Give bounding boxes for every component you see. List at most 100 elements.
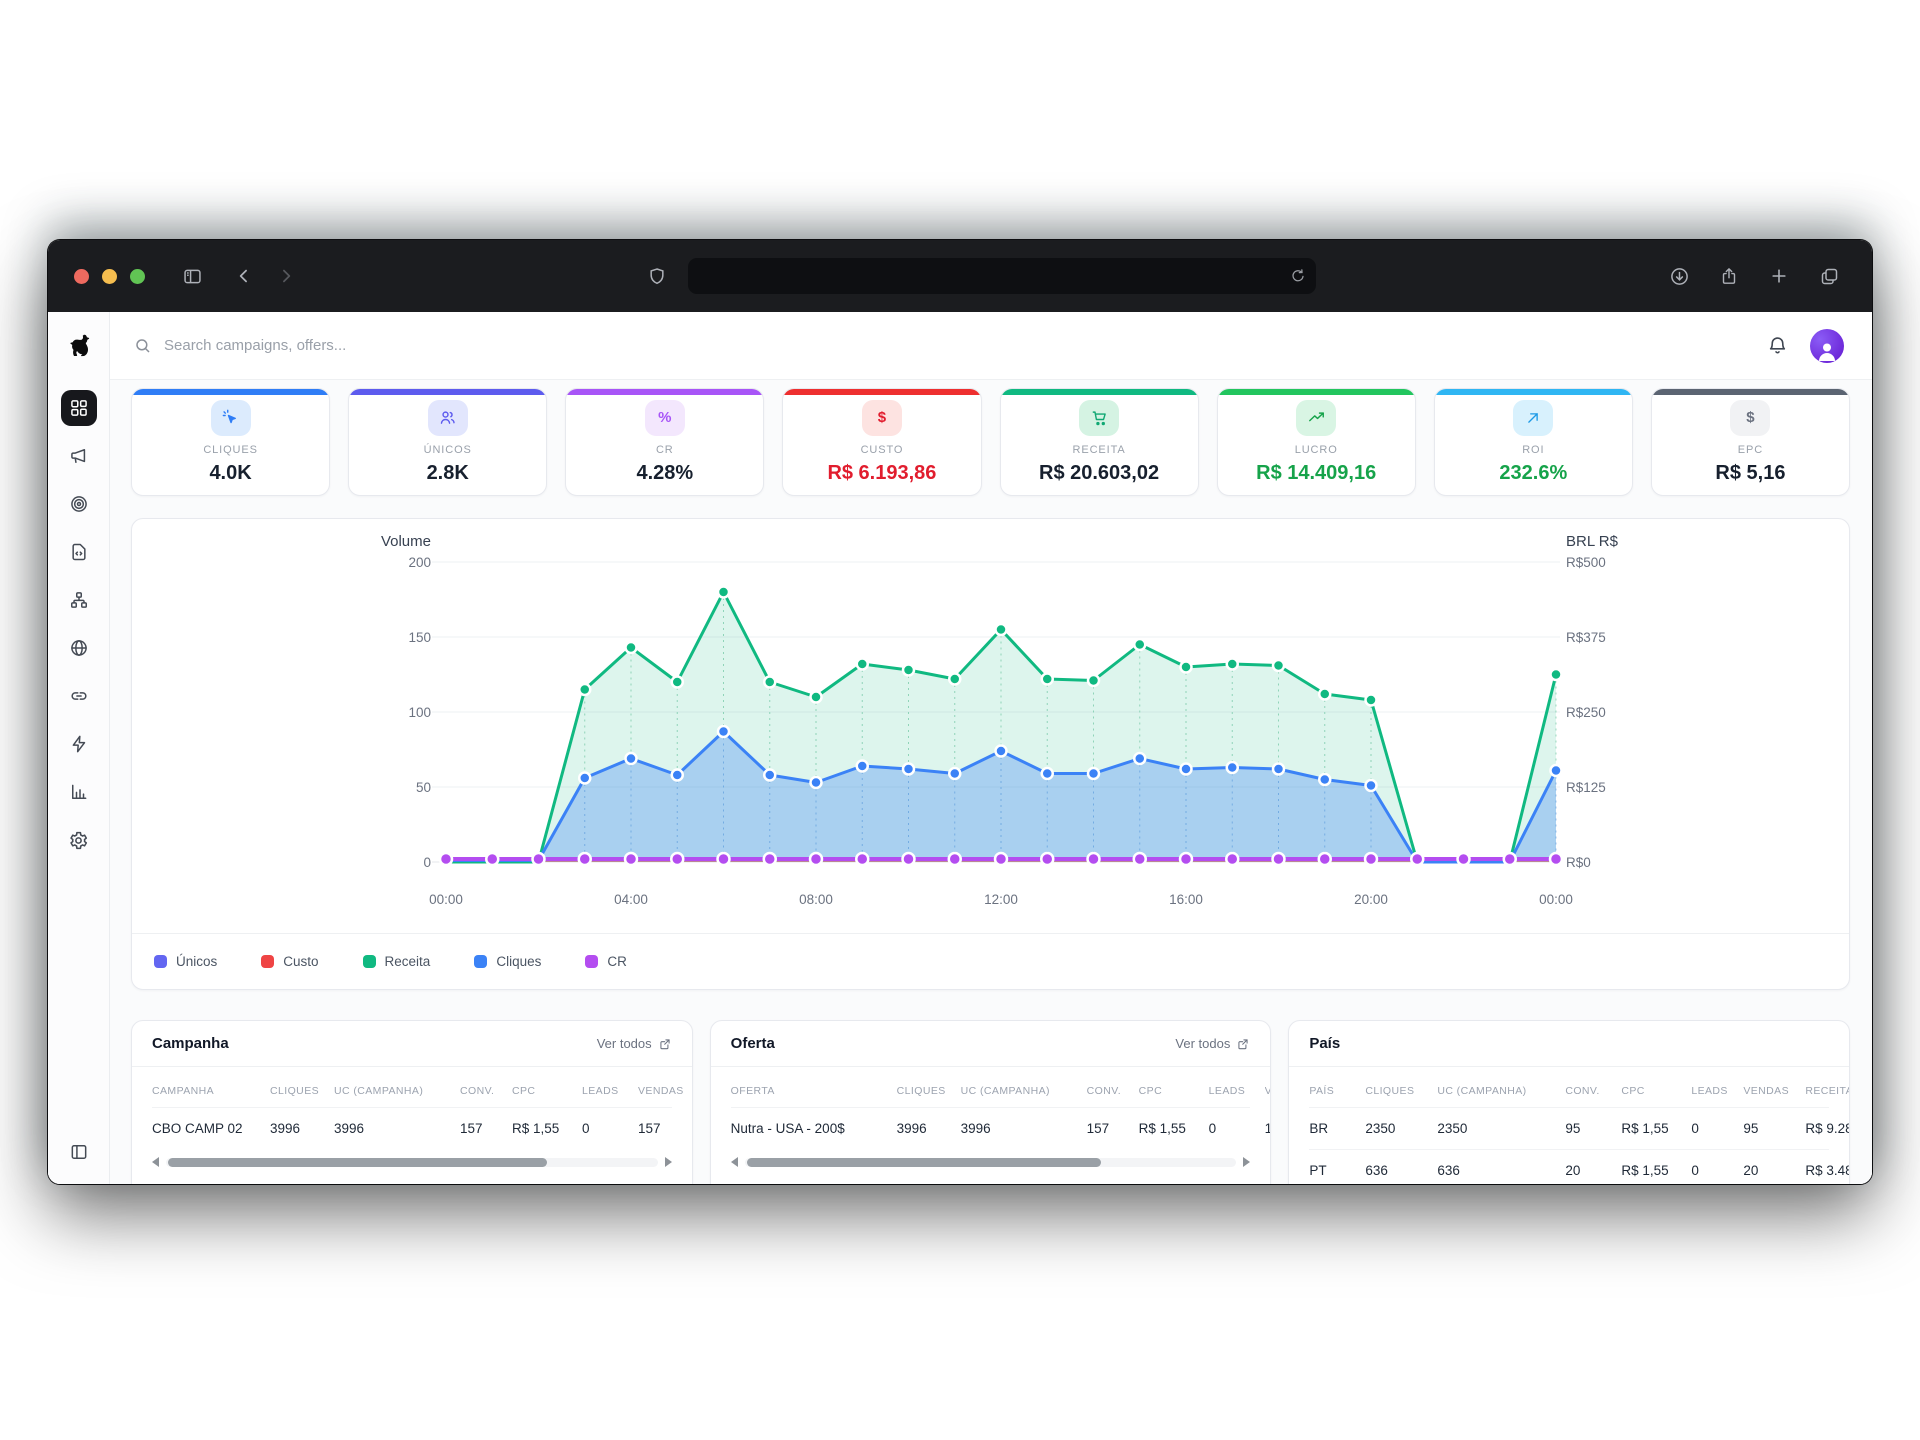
legend-item-receita[interactable]: Receita (363, 954, 431, 969)
external-link-icon (658, 1037, 672, 1051)
svg-text:00:00: 00:00 (1539, 892, 1573, 907)
table-cell: R$ 3.484,10 (1805, 1150, 1850, 1184)
external-link-icon (1236, 1037, 1250, 1051)
svg-text:20:00: 20:00 (1354, 892, 1388, 907)
kpi-accent-bar (566, 389, 763, 395)
scrollbar-track[interactable] (745, 1158, 1237, 1167)
kpi-card-únicos[interactable]: ÚNICOS2.8K (348, 388, 547, 496)
kpi-card-epc[interactable]: $EPCR$ 5,16 (1651, 388, 1850, 496)
kpi-value: R$ 14.409,16 (1256, 462, 1376, 485)
column-header: CONV. (460, 1071, 512, 1107)
table-card-header: OfertaVer todos (711, 1021, 1271, 1067)
kpi-card-receita[interactable]: RECEITAR$ 20.603,02 (1000, 388, 1199, 496)
forward-icon[interactable] (269, 259, 303, 293)
dollar-icon: $ (1730, 400, 1770, 436)
column-header: CLIQUES (897, 1071, 961, 1107)
table-title: País (1309, 1035, 1340, 1052)
table-title: Campanha (152, 1035, 229, 1052)
tab-overview-icon[interactable] (1812, 259, 1846, 293)
legend-item-únicos[interactable]: Únicos (154, 954, 217, 969)
sidebar-item-links[interactable] (61, 678, 97, 714)
legend-label: CR (607, 954, 627, 969)
chart-legend: Únicos Custo Receita Cliques CR (132, 933, 1849, 989)
see-all-link[interactable]: Ver todos (597, 1036, 672, 1051)
table-cell: 3996 (897, 1108, 961, 1149)
sidebar-item-offers[interactable] (61, 486, 97, 522)
svg-text:Volume: Volume (381, 533, 431, 550)
sidebar-item-settings[interactable] (61, 822, 97, 858)
scrollbar-track[interactable] (166, 1158, 658, 1167)
table-cell: 0 (582, 1108, 638, 1149)
cursor-click-icon (211, 400, 251, 436)
sidebar-item-landing-pages[interactable] (61, 534, 97, 570)
table-header-row: CAMPANHACLIQUESUC (CAMPANHA)CONV.CPCLEAD… (152, 1071, 672, 1107)
cart-icon (1079, 400, 1119, 436)
kpi-card-roi[interactable]: ROI232.6% (1434, 388, 1633, 496)
kpi-card-lucro[interactable]: LUCROR$ 14.409,16 (1217, 388, 1416, 496)
scroll-right-icon[interactable] (665, 1157, 672, 1167)
sidebar-item-flows[interactable] (61, 582, 97, 618)
table-cell: 20 (1565, 1150, 1621, 1184)
kpi-card-custo[interactable]: $CUSTOR$ 6.193,86 (782, 388, 981, 496)
kpi-label: CUSTO (861, 444, 904, 456)
sidebar-item-reports[interactable] (61, 774, 97, 810)
see-all-link[interactable]: Ver todos (1175, 1036, 1250, 1051)
notifications-bell-icon[interactable] (1767, 335, 1788, 356)
new-tab-icon[interactable] (1762, 259, 1796, 293)
global-search[interactable] (134, 337, 1767, 355)
table-cell: CBO CAMP 02 (152, 1108, 270, 1149)
back-icon[interactable] (227, 259, 261, 293)
minimize-window-button[interactable] (102, 269, 117, 284)
share-icon[interactable] (1712, 259, 1746, 293)
privacy-shield-icon[interactable] (640, 259, 674, 293)
kpi-accent-bar (349, 389, 546, 395)
column-header: VENDAS (1743, 1071, 1805, 1107)
scroll-left-icon[interactable] (152, 1157, 159, 1167)
downloads-icon[interactable] (1662, 259, 1696, 293)
table-row[interactable]: Nutra - USA - 200$39963996157R$ 1,550157 (731, 1107, 1251, 1149)
browser-sidebar-toggle-icon[interactable] (175, 259, 209, 293)
table-cell: 2350 (1365, 1108, 1437, 1149)
legend-item-custo[interactable]: Custo (261, 954, 318, 969)
traffic-chart[interactable]: Volume050100150200BRL R$R$0R$125R$250R$3… (132, 519, 1849, 919)
sidebar-item-dashboard[interactable] (61, 390, 97, 426)
close-window-button[interactable] (74, 269, 89, 284)
table-row[interactable]: CBO CAMP 0239963996157R$ 1,550157R (152, 1107, 672, 1149)
sidebar-item-domains[interactable] (61, 630, 97, 666)
app-logo-dog-icon[interactable] (61, 328, 97, 364)
table-header-row: PAÍSCLIQUESUC (CAMPANHA)CONV.CPCLEADSVEN… (1309, 1071, 1829, 1107)
user-avatar[interactable] (1810, 329, 1844, 363)
svg-text:R$375: R$375 (1566, 630, 1606, 645)
scroll-left-icon[interactable] (731, 1157, 738, 1167)
legend-item-cliques[interactable]: Cliques (474, 954, 541, 969)
horizontal-scrollbar[interactable] (152, 1157, 672, 1167)
scrollbar-thumb[interactable] (747, 1158, 1101, 1167)
reload-icon[interactable] (1290, 268, 1306, 284)
legend-swatch (585, 955, 598, 968)
table-cell: R$ 1,55 (512, 1108, 582, 1149)
search-input[interactable] (164, 337, 584, 354)
kpi-label: CR (656, 444, 674, 456)
scrollbar-thumb[interactable] (168, 1158, 547, 1167)
table-cell: 3996 (961, 1108, 1087, 1149)
column-header: CLIQUES (1365, 1071, 1437, 1107)
reports-icon (69, 782, 89, 802)
address-bar[interactable] (688, 258, 1316, 294)
kpi-accent-bar (783, 389, 980, 395)
sidebar-item-campaigns[interactable] (61, 438, 97, 474)
table-card-header: País (1289, 1021, 1849, 1067)
sidebar-item-automations[interactable] (61, 726, 97, 762)
zoom-window-button[interactable] (130, 269, 145, 284)
kpi-card-cliques[interactable]: CLIQUES4.0K (131, 388, 330, 496)
svg-text:R$250: R$250 (1566, 705, 1606, 720)
table-row[interactable]: PT63663620R$ 1,55020R$ 3.484,10 (1309, 1149, 1829, 1184)
kpi-accent-bar (1001, 389, 1198, 395)
table-card-campanha: Campanha Ver todos CAMPANHACLIQUESUC (CAMP… (131, 1020, 693, 1184)
legend-swatch (261, 955, 274, 968)
horizontal-scrollbar[interactable] (731, 1157, 1251, 1167)
scroll-right-icon[interactable] (1243, 1157, 1250, 1167)
table-row[interactable]: BR2350235095R$ 1,55095R$ 9.288,09 (1309, 1107, 1829, 1149)
collapse-sidebar-icon[interactable] (61, 1134, 97, 1170)
legend-item-cr[interactable]: CR (585, 954, 627, 969)
kpi-card-cr[interactable]: %CR4.28% (565, 388, 764, 496)
